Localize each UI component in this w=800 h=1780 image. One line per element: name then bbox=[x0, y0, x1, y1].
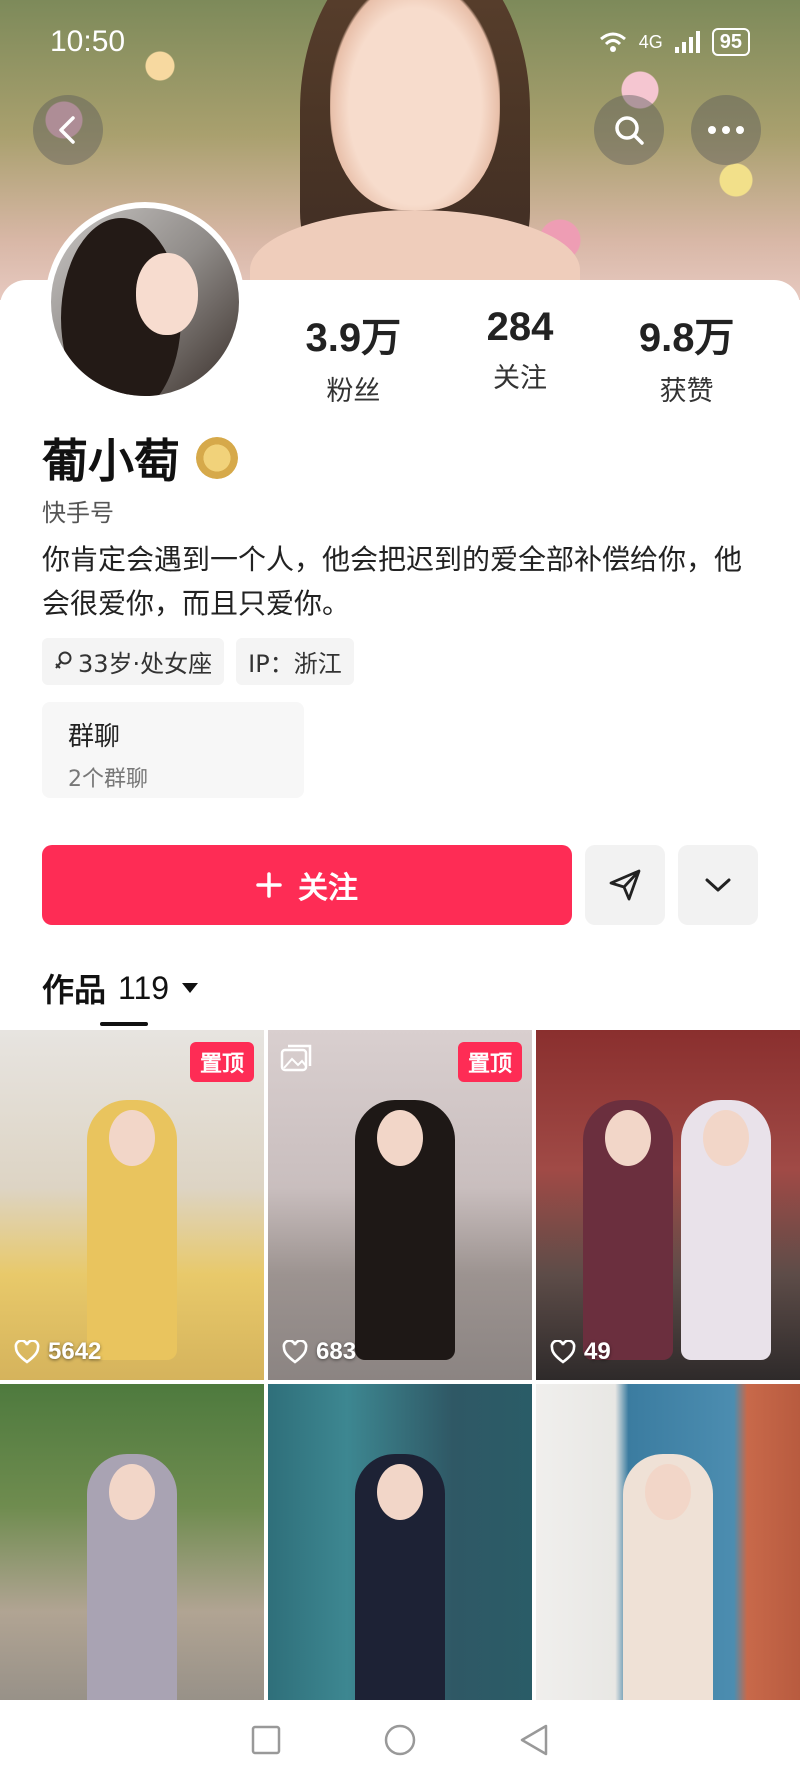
thumbnail-figure bbox=[87, 1454, 177, 1714]
group-title: 群聊 bbox=[68, 722, 121, 752]
stat-following[interactable]: 284 关注 bbox=[440, 305, 600, 408]
tag-age: 33岁·处女座 bbox=[42, 638, 225, 685]
network-type: 4G bbox=[638, 31, 663, 52]
avatar[interactable] bbox=[45, 202, 245, 402]
stat-value: 284 bbox=[486, 305, 554, 349]
work-tile[interactable]: 置顶 5642 bbox=[0, 1030, 264, 1380]
gallery-icon bbox=[280, 1044, 312, 1072]
tab-indicator bbox=[100, 1022, 148, 1026]
plus-icon bbox=[256, 872, 282, 898]
likes-value: 49 bbox=[584, 1338, 611, 1365]
follow-button[interactable]: 关注 bbox=[42, 845, 572, 925]
more-icon bbox=[708, 126, 744, 134]
caret-down-icon bbox=[182, 983, 199, 993]
follow-label: 关注 bbox=[298, 871, 358, 906]
name-row: 葡小萄 bbox=[42, 425, 238, 491]
stat-label: 获赞 bbox=[659, 376, 714, 407]
thumbnail-figure bbox=[87, 1100, 177, 1360]
stat-value: 9.8万 bbox=[638, 316, 735, 360]
signal-icon bbox=[674, 31, 700, 53]
triangle-back-icon[interactable] bbox=[518, 1723, 550, 1757]
thumbnail-figure bbox=[583, 1100, 674, 1360]
tag-text: IP：浙江 bbox=[248, 650, 342, 678]
battery-indicator: 95 bbox=[711, 28, 750, 56]
works-tab-label: 作品 bbox=[42, 971, 107, 1009]
kuaishou-id-label[interactable]: 快手号 bbox=[42, 493, 114, 528]
likes-value: 683 bbox=[316, 1338, 357, 1365]
search-button[interactable] bbox=[594, 95, 664, 165]
share-button[interactable] bbox=[585, 845, 665, 925]
system-nav-bar bbox=[0, 1700, 800, 1780]
pinned-badge: 置顶 bbox=[189, 1042, 254, 1082]
likes-count: 683 bbox=[282, 1338, 356, 1366]
thumbnail-figure bbox=[681, 1100, 772, 1360]
expand-button[interactable] bbox=[678, 845, 758, 925]
works-count: 119 bbox=[118, 969, 170, 1006]
work-tile[interactable] bbox=[536, 1384, 800, 1734]
female-icon bbox=[55, 651, 72, 669]
heart-icon bbox=[282, 1340, 308, 1364]
thumbnail-figure bbox=[355, 1100, 455, 1360]
back-icon bbox=[59, 116, 75, 144]
work-tile[interactable] bbox=[268, 1384, 532, 1734]
profile-bio: 你肯定会遇到一个人，他会把迟到的爱全部补偿给你，他会很爱你，而且只爱你。 bbox=[42, 543, 743, 620]
square-icon[interactable] bbox=[250, 1724, 282, 1756]
profile-stats: 3.9万 粉丝 284 关注 9.8万 获赞 bbox=[270, 305, 770, 408]
chevron-down-icon bbox=[705, 878, 731, 892]
work-tile[interactable]: 置顶 683 bbox=[268, 1030, 532, 1380]
tag-text: 33岁·处女座 bbox=[78, 650, 213, 678]
thumbnail-figure bbox=[355, 1454, 445, 1714]
work-tile[interactable]: 49 bbox=[536, 1030, 800, 1380]
likes-count: 49 bbox=[550, 1338, 611, 1366]
tag-ip: IP：浙江 bbox=[236, 638, 354, 685]
tab-works[interactable]: 作品 119 bbox=[42, 965, 199, 1011]
back-button[interactable] bbox=[33, 95, 103, 165]
search-icon bbox=[615, 116, 644, 145]
thumbnail-figure bbox=[623, 1454, 713, 1714]
likes-count: 5642 bbox=[14, 1338, 101, 1366]
more-button[interactable] bbox=[691, 95, 761, 165]
stat-label: 粉丝 bbox=[326, 376, 381, 407]
group-chat-card[interactable]: 群聊 2个群聊 bbox=[42, 702, 304, 798]
works-grid: 置顶 5642 置顶 683 49 bbox=[0, 1030, 800, 1734]
status-bar: 10:50 4G 95 bbox=[0, 0, 800, 84]
stat-value: 3.9万 bbox=[305, 316, 402, 360]
group-subtitle: 2个群聊 bbox=[68, 767, 148, 792]
badge-icon[interactable] bbox=[196, 437, 238, 479]
profile-name: 葡小萄 bbox=[42, 434, 180, 488]
stat-fans[interactable]: 3.9万 粉丝 bbox=[273, 305, 433, 408]
profile-tags: 33岁·处女座 IP：浙江 bbox=[42, 638, 354, 685]
status-indicators: 4G 95 bbox=[599, 28, 750, 56]
wifi-icon bbox=[599, 32, 626, 52]
send-icon bbox=[609, 869, 641, 901]
likes-value: 5642 bbox=[48, 1338, 102, 1365]
pinned-badge: 置顶 bbox=[457, 1042, 522, 1082]
heart-icon bbox=[550, 1340, 576, 1364]
status-time: 10:50 bbox=[50, 25, 126, 58]
circle-icon[interactable] bbox=[382, 1722, 418, 1758]
heart-icon bbox=[14, 1340, 40, 1364]
work-tile[interactable] bbox=[0, 1384, 264, 1734]
stat-likes[interactable]: 9.8万 获赞 bbox=[607, 305, 767, 408]
stat-label: 关注 bbox=[492, 363, 547, 394]
